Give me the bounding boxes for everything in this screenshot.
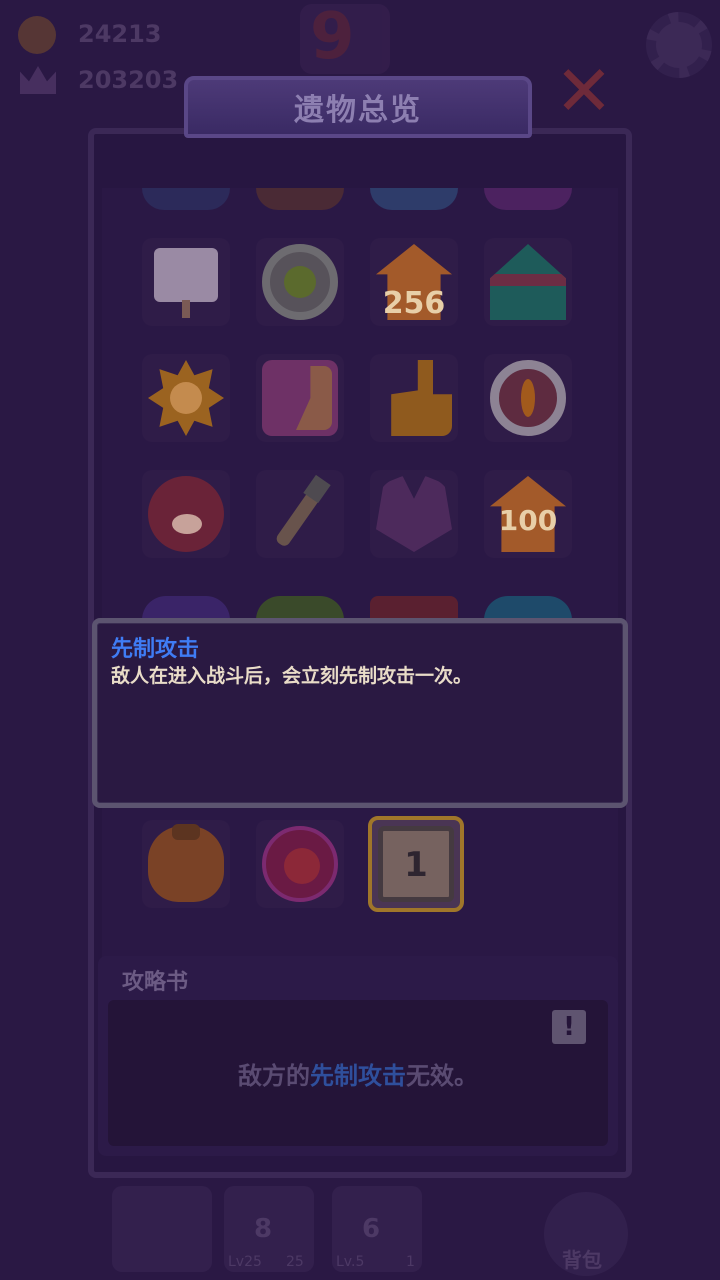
close-x-icon: ✕ — [554, 50, 614, 132]
relic-tooltip: 先制攻击 敌人在进入战斗后，会立刻先制攻击一次。 — [92, 618, 628, 808]
page-title: 遗物总览 — [294, 93, 422, 128]
equip-slot-2-count: 1 — [406, 1254, 415, 1270]
relic-thumb[interactable] — [370, 354, 458, 442]
pig-helmet-icon — [148, 476, 224, 552]
relic-partial[interactable] — [142, 596, 230, 620]
relic-dice[interactable] — [256, 354, 344, 442]
equip-slot-1-count: 25 — [286, 1254, 304, 1270]
guide-text-suffix: 无效。 — [406, 1062, 478, 1090]
relic-partial[interactable] — [256, 596, 344, 620]
skull-orb-icon — [262, 826, 338, 902]
money-bag-icon — [148, 824, 224, 902]
circus-tent-icon — [490, 244, 566, 320]
relic-house-100[interactable]: 100 — [484, 470, 572, 558]
relic-armor[interactable] — [370, 470, 458, 558]
relic-tent[interactable] — [484, 238, 572, 326]
coin-count: 24213 — [78, 20, 162, 48]
signboard-icon — [148, 244, 224, 320]
equip-slot-1-level: Lv25 — [228, 1254, 262, 1270]
relic-ring[interactable] — [484, 354, 572, 442]
relic-card-label: 1 — [404, 845, 428, 885]
armor-icon — [376, 476, 452, 552]
relic-house-256[interactable]: 256 — [370, 238, 458, 326]
guide-text: 敌方的先制攻击无效。 — [108, 1056, 608, 1091]
relic-house-256-label: 256 — [382, 286, 446, 321]
equip-slot-2-level: Lv.5 — [336, 1254, 365, 1270]
equip-slot-1-number: 8 — [254, 1214, 273, 1244]
trophy-icon — [20, 66, 56, 94]
coin-icon — [18, 16, 56, 54]
gear-icon[interactable] — [646, 12, 712, 78]
relic-sun[interactable] — [142, 354, 230, 442]
relic-clover[interactable] — [256, 238, 344, 326]
trophy-count: 203203 — [78, 66, 179, 94]
guide-body: ! 敌方的先制攻击无效。 — [108, 1000, 608, 1146]
bottom-bar: 8 Lv25 25 6 Lv.5 1 背包 — [0, 1180, 720, 1280]
equip-slot-1[interactable]: 8 Lv25 25 — [224, 1186, 314, 1272]
relic-partial[interactable] — [484, 188, 572, 210]
relic-partial[interactable] — [370, 188, 458, 210]
relic-partial[interactable] — [370, 596, 458, 620]
guide-text-highlight: 先制攻击 — [310, 1062, 406, 1090]
guide-title: 攻略书 — [122, 970, 189, 995]
relic-arrow[interactable] — [256, 470, 344, 558]
relic-pig[interactable] — [142, 470, 230, 558]
clover-coin-icon — [262, 244, 338, 320]
relic-partial[interactable] — [142, 188, 230, 210]
warning-icon: ! — [552, 1010, 586, 1044]
relic-house-100-label: 100 — [498, 504, 558, 537]
relic-skull[interactable] — [256, 820, 344, 908]
guide-book: 攻略书 ! 敌方的先制攻击无效。 — [98, 956, 618, 1156]
backpack-label: 背包 — [562, 1248, 602, 1272]
arrow-icon — [262, 476, 338, 552]
relic-bag[interactable] — [142, 820, 230, 908]
relic-partial[interactable] — [256, 188, 344, 210]
card-icon: 1 — [378, 826, 454, 902]
close-button[interactable]: ✕ — [552, 50, 616, 132]
hero-portrait[interactable] — [112, 1186, 212, 1272]
level-number: 9 — [310, 0, 355, 74]
thumbs-up-icon — [391, 360, 452, 436]
tooltip-title: 先制攻击 — [111, 637, 200, 662]
eye-ring-icon — [490, 360, 566, 436]
tooltip-description: 敌人在进入战斗后，会立刻先制攻击一次。 — [111, 665, 473, 687]
relic-card-selected[interactable]: 1 — [368, 816, 464, 912]
relic-partial[interactable] — [484, 596, 572, 620]
panel-title-banner: 遗物总览 — [184, 76, 532, 138]
equip-slot-2[interactable]: 6 Lv.5 1 — [332, 1186, 422, 1272]
yin-yang-dice-icon — [262, 360, 338, 436]
guide-text-prefix: 敌方的 — [238, 1062, 310, 1090]
angry-sun-icon — [148, 360, 224, 436]
equip-slot-2-number: 6 — [362, 1214, 381, 1244]
relic-signboard[interactable] — [142, 238, 230, 326]
